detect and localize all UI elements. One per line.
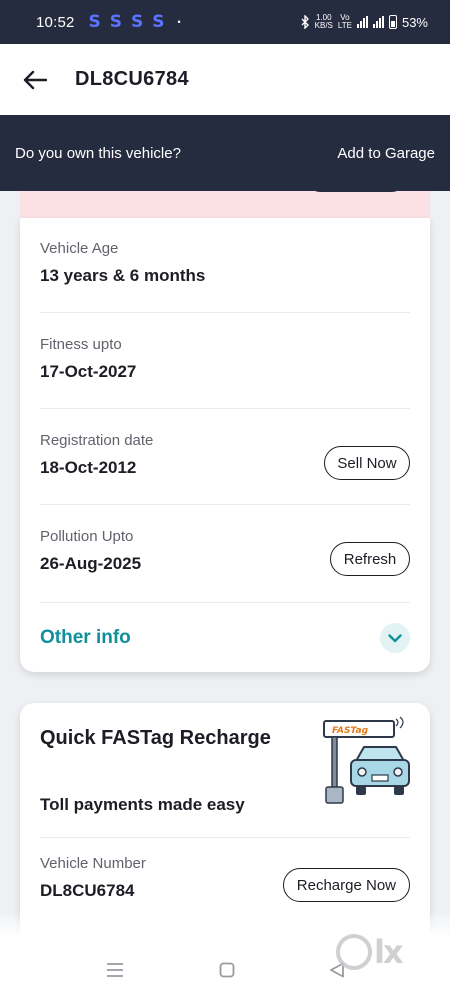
- detail-row-vehicle-age: Vehicle Age 13 years & 6 months: [40, 218, 410, 313]
- chevron-down-icon: [380, 623, 410, 653]
- refresh-button[interactable]: Refresh: [330, 542, 410, 576]
- notification-icons: S S S S •: [89, 12, 181, 32]
- toll-booth-car-icon: FASTag: [323, 716, 410, 804]
- bluetooth-icon: [301, 15, 309, 29]
- recharge-now-button[interactable]: Recharge Now: [282, 868, 410, 902]
- ownership-question: Do you own this vehicle?: [15, 144, 181, 162]
- sell-now-button[interactable]: Sell Now: [324, 446, 410, 480]
- signal-icon-sim2: [372, 16, 384, 28]
- detail-label: Registration date: [40, 432, 154, 449]
- status-bar: 10:52 S S S S • 1.00 KB/S Vo LTE 53%: [0, 0, 450, 44]
- network-speed: 1.00 KB/S: [314, 13, 333, 30]
- vehicle-number-label: Vehicle Number: [40, 855, 146, 872]
- app-notification-icon: S: [88, 12, 101, 32]
- detail-label: Pollution Upto: [40, 528, 134, 545]
- other-info-label: Other info: [40, 627, 131, 648]
- detail-value: 13 years & 6 months: [40, 266, 206, 285]
- detail-value: 17-Oct-2027: [40, 362, 137, 381]
- app-header: DL8CU6784: [0, 44, 450, 115]
- fastag-title: Quick FASTag Recharge: [40, 727, 271, 749]
- signal-icon: [356, 16, 368, 28]
- detail-value: 26-Aug-2025: [40, 554, 142, 573]
- watermark-o-shape: [336, 934, 372, 970]
- status-time: 10:52: [36, 13, 75, 31]
- recent-apps-icon[interactable]: [106, 962, 124, 978]
- fastag-subtitle: Toll payments made easy: [40, 795, 245, 814]
- detail-row-fitness: Fitness upto 17-Oct-2027: [40, 314, 410, 409]
- add-to-garage-link[interactable]: Add to Garage: [337, 145, 435, 162]
- back-button[interactable]: [22, 67, 48, 93]
- battery-icon: [388, 15, 397, 29]
- app-notification-icon: S: [152, 12, 165, 32]
- watermark-text: lx: [374, 933, 404, 971]
- volte-indicator: Vo LTE: [337, 13, 352, 30]
- back-arrow-icon: [23, 70, 47, 89]
- battery-percent: 53%: [401, 14, 428, 30]
- detail-label: Vehicle Age: [40, 240, 119, 257]
- vehicle-number-value: DL8CU6784: [40, 881, 135, 900]
- more-notifications-dot: •: [177, 17, 181, 27]
- fastag-sign-text: FASTag: [332, 726, 369, 736]
- vehicle-details-card: Vehicle Age 13 years & 6 months Fitness …: [20, 218, 430, 672]
- ownership-banner: Do you own this vehicle? Add to Garage: [0, 115, 450, 191]
- app-notification-icon: S: [109, 12, 123, 32]
- detail-value: 18-Oct-2012: [40, 458, 137, 477]
- detail-label: Fitness upto: [40, 336, 122, 353]
- other-info-toggle[interactable]: Other info: [40, 606, 410, 670]
- detail-row-pollution: Pollution Upto 26-Aug-2025 Refresh: [40, 506, 410, 603]
- app-notification-icon: S: [131, 12, 144, 32]
- page-title: DL8CU6784: [75, 68, 189, 90]
- olx-watermark-logo: lx: [336, 930, 420, 974]
- home-icon[interactable]: [219, 962, 235, 978]
- detail-row-registration: Registration date 18-Oct-2012 Sell Now: [40, 410, 410, 505]
- system-indicators: 1.00 KB/S Vo LTE 53%: [301, 14, 428, 30]
- divider: [40, 837, 410, 838]
